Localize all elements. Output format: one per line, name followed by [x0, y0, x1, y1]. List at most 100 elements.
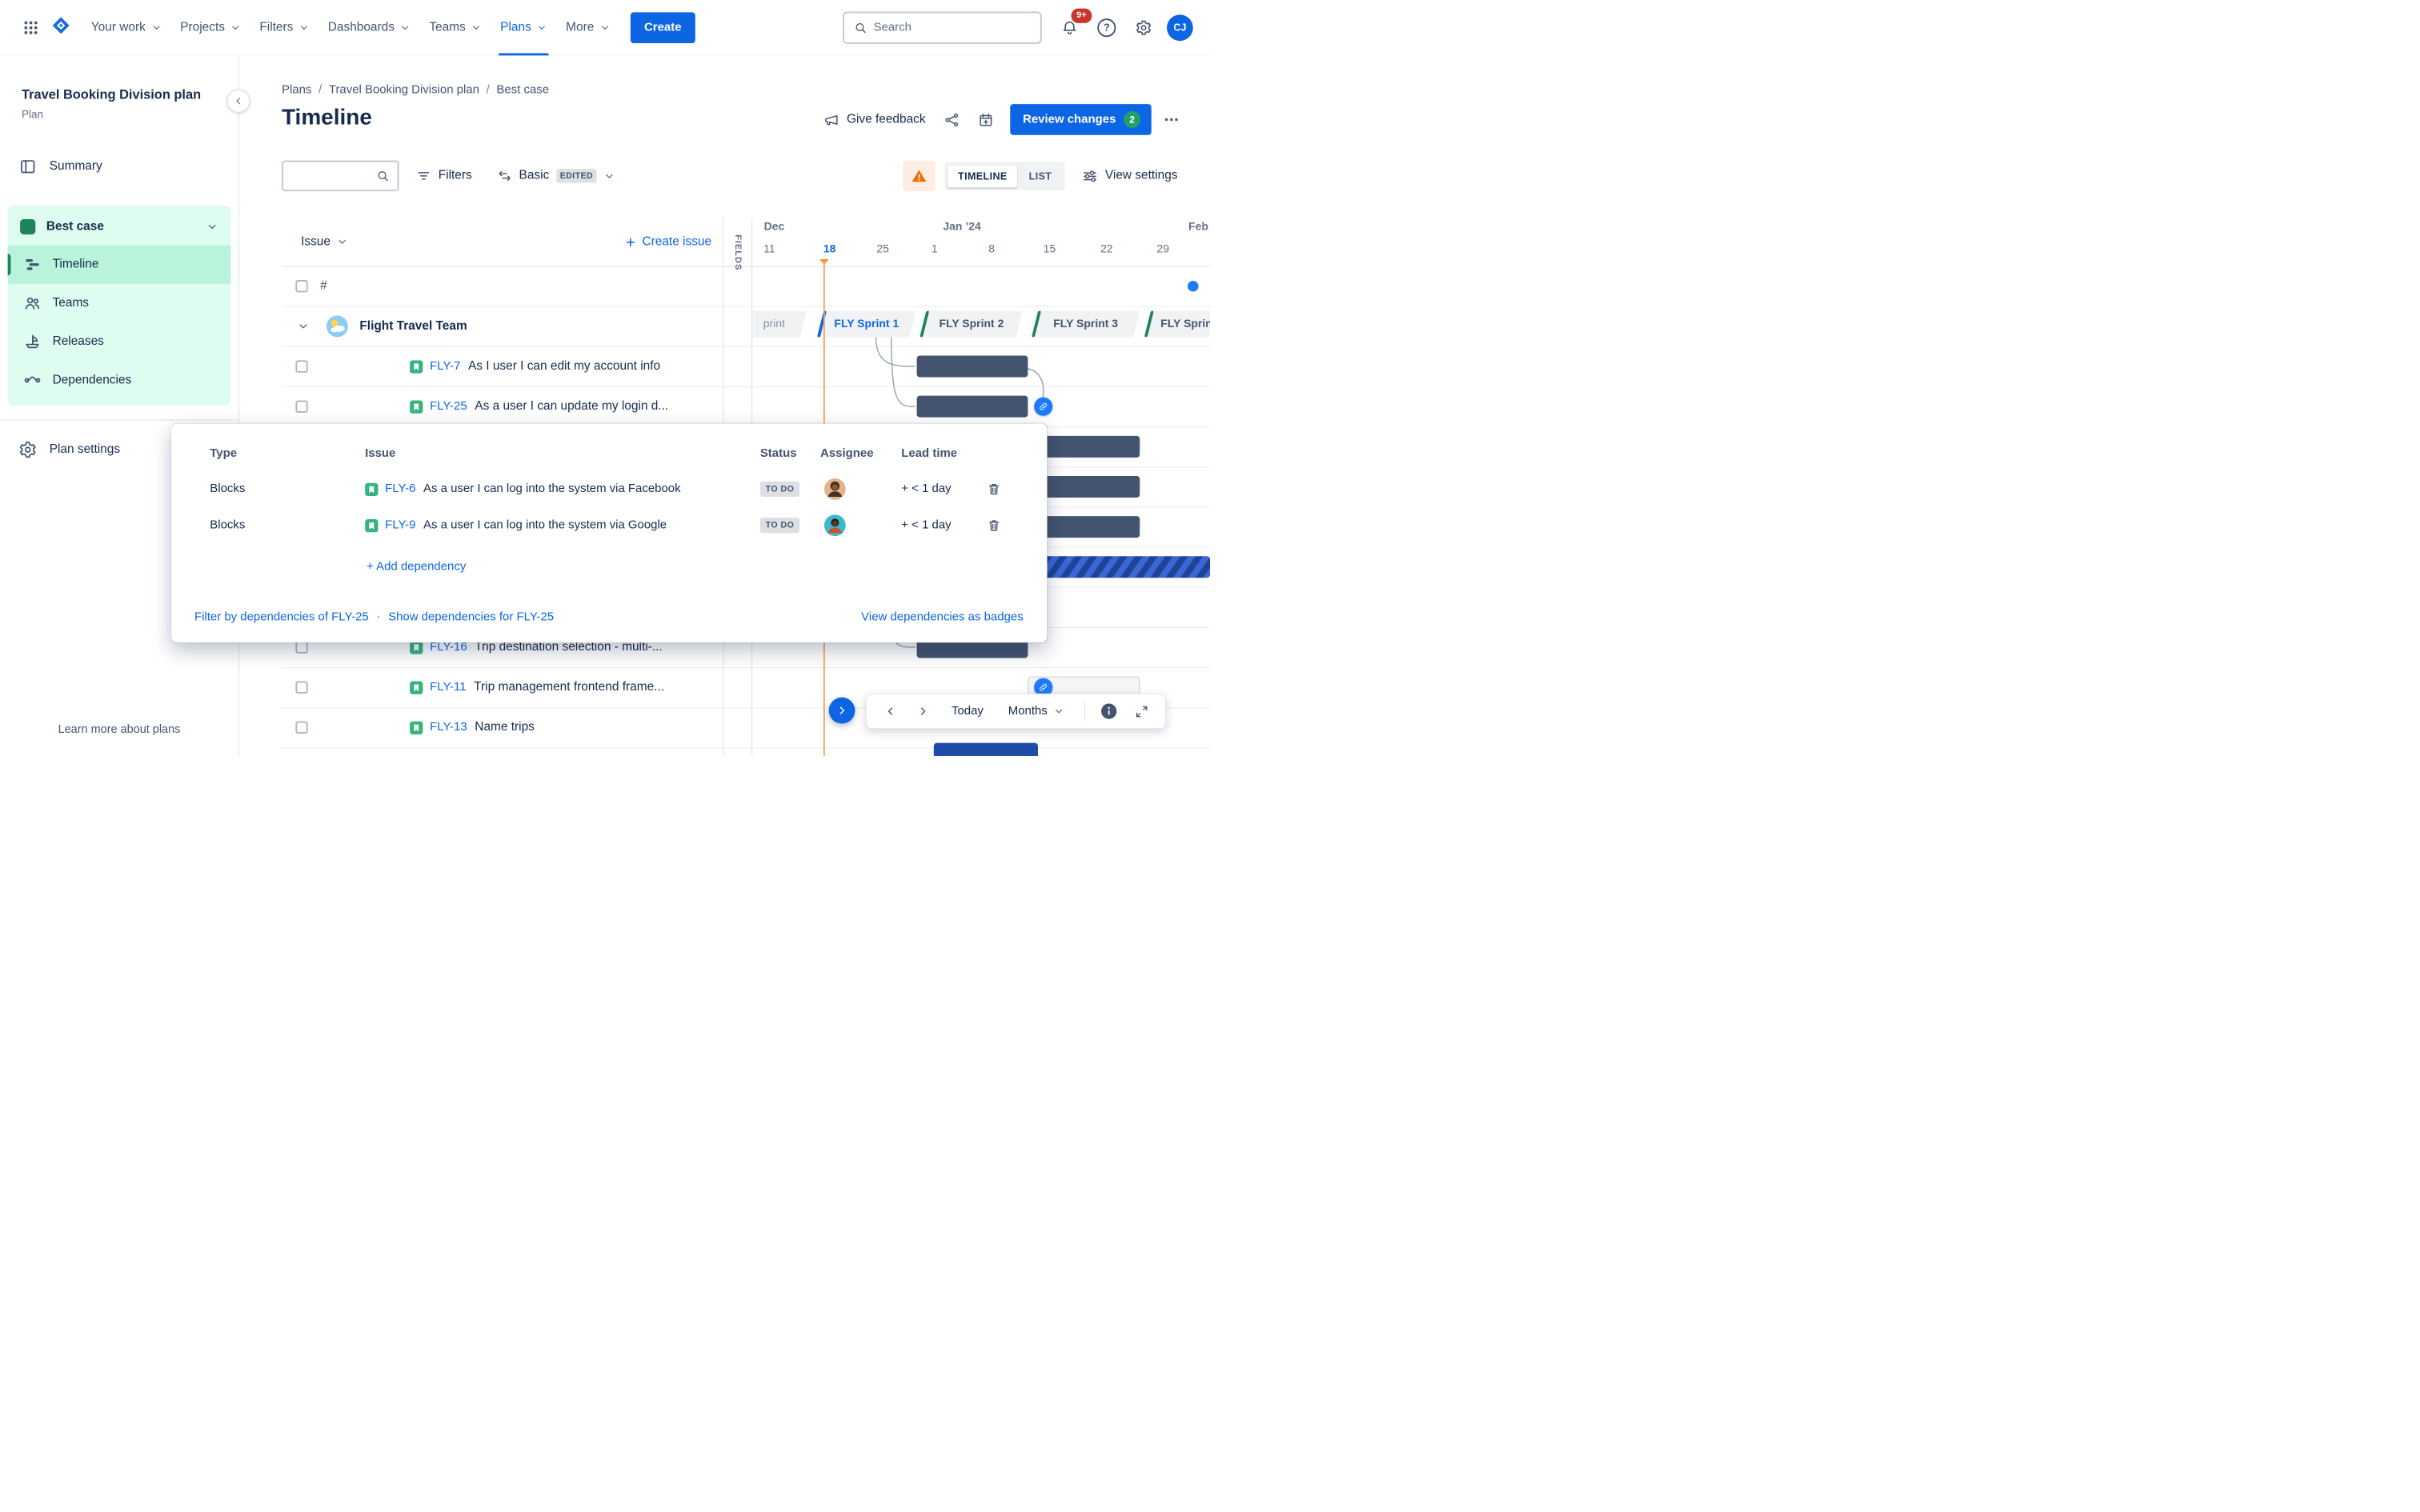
delete-dependency-button[interactable]: [986, 478, 1001, 500]
plan-header: Travel Booking Division plan Plan: [0, 55, 238, 120]
filters-button[interactable]: Filters: [408, 161, 479, 192]
nav-teams[interactable]: Teams: [420, 0, 491, 55]
add-dependency-link[interactable]: + Add dependency: [367, 556, 466, 578]
status-badge: TO DO: [759, 481, 800, 498]
chevron-down-icon[interactable]: [297, 320, 309, 332]
sprint-bar[interactable]: FLY Sprin: [1144, 310, 1211, 338]
sidebar-item-timeline[interactable]: Timeline: [7, 245, 231, 284]
breadcrumb-plans[interactable]: Plans: [282, 83, 311, 97]
issue-key-link[interactable]: FLY-6: [385, 482, 415, 496]
fullscreen-button[interactable]: [1128, 698, 1155, 725]
issue-summary: As a user I can log into the system via …: [423, 518, 667, 532]
list-view-tab[interactable]: LIST: [1019, 165, 1062, 187]
row-checkbox[interactable]: [295, 721, 308, 734]
give-feedback-label: Give feedback: [846, 112, 926, 126]
issue-key-link[interactable]: FLY-11: [430, 681, 466, 694]
nav-filters[interactable]: Filters: [250, 0, 319, 55]
megaphone-icon: [825, 114, 838, 126]
dependency-link-button[interactable]: [1034, 397, 1053, 416]
show-dependencies-link[interactable]: Show dependencies for FLY-25: [388, 610, 554, 624]
chevron-down-icon: [153, 26, 160, 30]
nav-plans[interactable]: Plans: [491, 0, 557, 55]
sidebar-collapse-button[interactable]: [226, 89, 250, 113]
story-icon: [365, 482, 379, 496]
team-name: Flight Travel Team: [359, 319, 467, 333]
calendar-button[interactable]: [972, 106, 1000, 134]
scenario-best-case[interactable]: Best case: [8, 208, 231, 245]
dependency-issue: FLY-6 As a user I can log into the syste…: [365, 478, 681, 500]
sprint-bar[interactable]: FLY Sprint 3: [1032, 310, 1140, 338]
scroll-to-bars-button[interactable]: [828, 697, 855, 724]
issue-bar[interactable]: [1034, 475, 1140, 498]
team-avatar: [326, 315, 348, 338]
user-avatar[interactable]: CJ: [1167, 14, 1193, 41]
issue-bar[interactable]: [933, 742, 1038, 757]
issue-bar[interactable]: [1034, 435, 1140, 458]
view-mode-toggle: TIMELINE LIST: [944, 162, 1065, 190]
row-checkbox[interactable]: [295, 280, 308, 293]
warning-button[interactable]: [903, 160, 936, 192]
issue-column-header[interactable]: Issue: [301, 235, 348, 249]
timeline-view-tab[interactable]: TIMELINE: [948, 164, 1018, 187]
jira-plans-app: Your work Projects Filters Dashboards Te…: [0, 0, 1211, 757]
row-checkbox[interactable]: [295, 681, 308, 694]
view-selector-button[interactable]: Basic EDITED: [489, 161, 623, 192]
notifications-button[interactable]: 9+: [1056, 8, 1092, 42]
row-checkbox[interactable]: [295, 360, 308, 373]
ellipsis-icon: [1164, 118, 1178, 122]
help-button[interactable]: ?: [1092, 14, 1120, 42]
delete-dependency-button[interactable]: [986, 514, 1001, 536]
issue-bar[interactable]: [1034, 516, 1140, 538]
jira-logo[interactable]: [51, 15, 71, 39]
sprint-bar-active[interactable]: FLY Sprint 1: [816, 310, 916, 338]
breadcrumb-plan-name[interactable]: Travel Booking Division plan: [329, 83, 479, 97]
popup-column-lead-time: Lead time: [901, 446, 958, 460]
app-switcher-button[interactable]: [17, 14, 45, 42]
sidebar-item-releases[interactable]: Releases: [8, 322, 231, 361]
issue-key-link[interactable]: FLY-7: [430, 359, 460, 373]
issue-key-link[interactable]: FLY-9: [385, 518, 415, 532]
create-button[interactable]: Create: [630, 11, 695, 43]
sidebar-item-dependencies[interactable]: Dependencies: [8, 361, 231, 399]
review-changes-button[interactable]: Review changes 2: [1010, 104, 1152, 135]
row-checkbox[interactable]: [295, 641, 308, 654]
issue-key-link[interactable]: FLY-25: [430, 400, 467, 414]
view-as-badges-link[interactable]: View dependencies as badges: [861, 606, 1023, 628]
chevron-down-icon: [606, 174, 613, 178]
chevron-right-icon: [920, 707, 926, 715]
sprint-bar[interactable]: FLY Sprint 2: [920, 310, 1023, 338]
view-settings-button[interactable]: View settings: [1074, 161, 1185, 192]
timeline-icon: [26, 259, 39, 270]
nav-more[interactable]: More: [557, 0, 620, 55]
issue-summary: As I user I can edit my account info: [467, 359, 661, 373]
create-issue-button[interactable]: Create issue: [624, 235, 711, 249]
row-checkbox[interactable]: [295, 400, 308, 413]
sidebar-item-summary[interactable]: Summary: [8, 148, 231, 185]
settings-button[interactable]: [1130, 14, 1158, 42]
nav-your-work[interactable]: Your work: [82, 0, 170, 55]
share-button[interactable]: [938, 106, 966, 134]
global-search-input[interactable]: [873, 20, 1032, 34]
dependency-type: Blocks: [210, 482, 246, 496]
topnav-utilities: 9+ ? CJ: [1056, 8, 1193, 42]
sprint-bar[interactable]: print: [752, 310, 807, 338]
info-button[interactable]: [1096, 698, 1123, 725]
more-actions-button[interactable]: [1157, 106, 1185, 134]
timeline-search-input[interactable]: [290, 169, 371, 183]
nav-projects[interactable]: Projects: [171, 0, 250, 55]
today-button[interactable]: Today: [942, 704, 992, 718]
scroll-left-button[interactable]: [877, 698, 903, 725]
give-feedback-button[interactable]: Give feedback: [817, 104, 932, 135]
issue-bar-fly-7[interactable]: [916, 355, 1028, 378]
filter-by-dependencies-link[interactable]: Filter by dependencies of FLY-25: [194, 610, 369, 624]
sidebar-item-teams[interactable]: Teams: [8, 284, 231, 322]
issue-bar-fly-25[interactable]: [916, 395, 1028, 418]
scroll-right-button[interactable]: [910, 698, 936, 725]
breadcrumb-scenario[interactable]: Best case: [496, 83, 549, 97]
milestone-dot[interactable]: [1188, 281, 1199, 292]
warning-icon: [912, 170, 927, 182]
learn-more-link[interactable]: Learn more about plans: [0, 723, 238, 736]
issue-key-link[interactable]: FLY-13: [430, 721, 467, 734]
zoom-level-selector[interactable]: Months: [999, 704, 1073, 718]
nav-dashboards[interactable]: Dashboards: [319, 0, 420, 55]
